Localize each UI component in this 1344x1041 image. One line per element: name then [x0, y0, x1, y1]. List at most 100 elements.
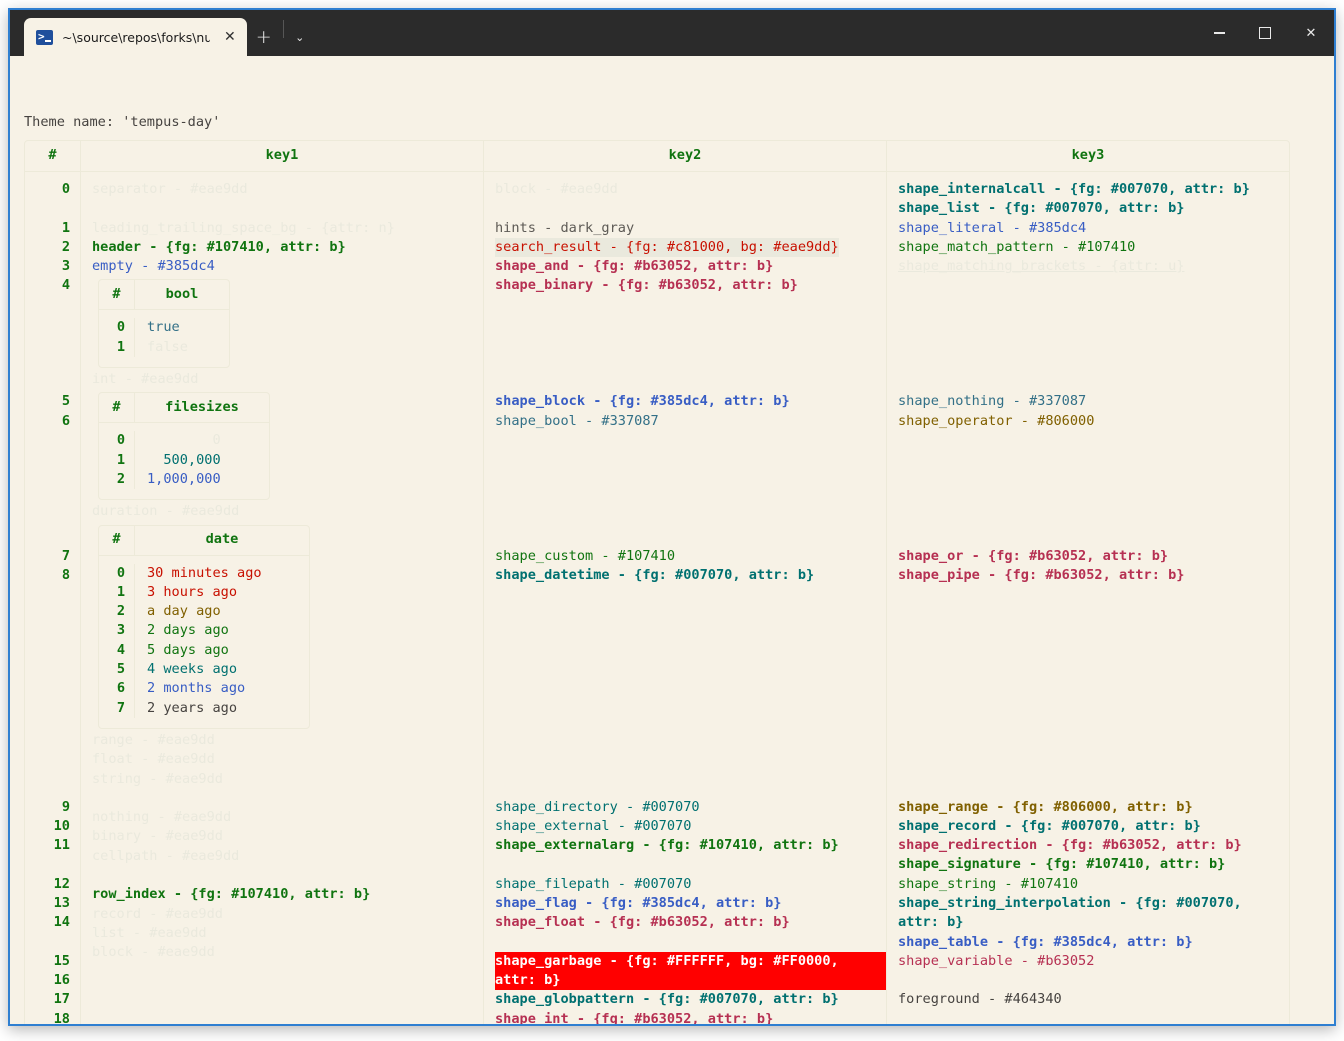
header-key1: key1: [81, 141, 484, 171]
row-index-list: 0 1234 56 78 9 10 11 12 13 14 15 16 17 18: [25, 180, 80, 1024]
subtable-row-index: 3: [116, 622, 125, 639]
terminal-tab[interactable]: ~\source\repos\forks\nu_scrip ✕: [24, 18, 247, 56]
theme-entry: [898, 662, 1289, 681]
row-index: 9: [61, 798, 70, 815]
subtable-row-index: 4: [116, 641, 125, 658]
subtable-cell: 2 years ago: [147, 699, 238, 716]
theme-entry: block - #eae9dd: [92, 944, 215, 961]
row-index-spacer: [25, 527, 70, 546]
row-index: 17: [53, 991, 70, 1008]
row-index-spacer: [25, 605, 70, 624]
row-index: 14: [53, 914, 70, 931]
row-index: 8: [61, 566, 70, 583]
theme-entry: nothing - #eae9dd: [92, 809, 232, 826]
theme-entry: foreground - #464340: [898, 991, 1062, 1008]
subtable-cell: a day ago: [147, 603, 221, 620]
row-index: 10: [53, 817, 70, 834]
theme-entry: [92, 199, 483, 218]
theme-entry: [898, 276, 1289, 295]
theme-entry: separator - #eae9dd: [92, 181, 248, 197]
theme-entry: [495, 855, 886, 874]
theme-entry: [495, 527, 886, 546]
row-index: 12: [53, 875, 70, 892]
theme-entry: [495, 778, 886, 797]
theme-entry: [495, 701, 886, 720]
theme-entry: shape_table - {fg: #385dc4, attr: b}: [898, 933, 1193, 950]
theme-entry: record - #eae9dd: [92, 905, 223, 922]
theme-entry: [898, 489, 1289, 508]
header-key2: key2: [484, 141, 887, 171]
subtable-cell: 5 days ago: [147, 641, 229, 658]
row-index-spacer: [25, 662, 70, 681]
row-index: 11: [53, 837, 70, 854]
row-index-spacer: [25, 682, 70, 701]
theme-entry: shape_pipe - {fg: #b63052, attr: b}: [898, 566, 1185, 583]
row-index-spacer: [25, 431, 70, 450]
theme-entry: [495, 585, 886, 604]
theme-entry: [898, 508, 1289, 527]
theme-entry: shape_list - {fg: #007070, attr: b}: [898, 200, 1185, 217]
theme-entry: [898, 605, 1289, 624]
theme-entry: hints - dark_gray: [495, 219, 635, 236]
theme-entry: [495, 759, 886, 778]
tab-divider: [282, 19, 284, 38]
row-index-spacer: [25, 855, 70, 874]
row-index-spacer: [25, 334, 70, 353]
theme-entry: [495, 334, 886, 353]
key3-cell: shape_internalcall - {fg: #007070, attr:…: [887, 180, 1289, 1010]
theme-entry: [495, 720, 886, 739]
theme-entry: [898, 682, 1289, 701]
subtable-cell: 2 days ago: [147, 622, 229, 639]
theme-entry: row_index - {fg: #107410, attr: b}: [92, 886, 371, 903]
new-tab-button[interactable]: +: [247, 18, 281, 56]
header-key3: key3: [1071, 147, 1105, 164]
row-index-spacer: [25, 624, 70, 643]
theme-entry: shape_string - #107410: [898, 875, 1079, 892]
tab-title: ~\source\repos\forks\nu_scrip: [62, 29, 210, 45]
theme-entry: [495, 489, 886, 508]
theme-entry: [92, 789, 483, 808]
row-index: 7: [61, 547, 70, 564]
theme-entry: [898, 740, 1289, 759]
theme-entry: shape_record - {fg: #007070, attr: b}: [898, 817, 1201, 834]
subtable-row-index: 0: [116, 564, 125, 581]
theme-entry: shape_datetime - {fg: #007070, attr: b}: [495, 566, 815, 583]
row-index: 2: [61, 238, 70, 255]
theme-entry: shape_block - {fg: #385dc4, attr: b}: [495, 393, 790, 410]
subtable-header-value: bool: [165, 286, 199, 303]
theme-entry: shape_flag - {fg: #385dc4, attr: b}: [495, 894, 782, 911]
theme-entry: [898, 701, 1289, 720]
close-window-button[interactable]: ✕: [1288, 10, 1334, 56]
tab-dropdown-button[interactable]: ⌄: [286, 18, 314, 56]
maximize-button[interactable]: [1242, 10, 1288, 56]
theme-entry: shape_variable - #b63052: [898, 952, 1095, 969]
theme-entry: shape_redirection - {fg: #b63052, attr: …: [898, 837, 1242, 854]
key2-cell: block - #eae9dd hints - dark_gray search_…: [484, 180, 886, 1024]
minimize-button[interactable]: [1196, 10, 1242, 56]
theme-entry: [495, 605, 886, 624]
powershell-icon: [36, 29, 53, 45]
subtable-index-list: 0 1 2: [99, 431, 135, 490]
theme-entry: list - #eae9dd: [92, 924, 207, 941]
theme-entry: shape_externalarg - {fg: #107410, attr: …: [495, 837, 839, 854]
row-index-spacer: [25, 585, 70, 604]
row-index-spacer: [25, 508, 70, 527]
subtable-row-index: 6: [116, 680, 125, 697]
row-index: 16: [53, 972, 70, 989]
theme-entry: [898, 527, 1289, 546]
row-index-spacer: [25, 720, 70, 739]
subtable-value-list: 0 500,000 1,000,000: [135, 431, 233, 489]
row-index: 0: [61, 181, 70, 197]
subtable-date: # date 0 1 2 3 4 5 6 7 30 minutes ago 3 hours ago a …: [98, 524, 310, 729]
theme-entry: [898, 643, 1289, 662]
close-tab-icon[interactable]: ✕: [219, 30, 241, 44]
row-index-spacer: [25, 701, 70, 720]
terminal-content[interactable]: Theme name: 'tempus-day' # key1 key2 key…: [10, 56, 1334, 1024]
theme-entry: [495, 373, 886, 392]
theme-table: # key1 key2 key3 0 1234 56 78 9 10 11 12 13…: [24, 140, 1290, 1024]
row-index-column: 0 1234 56 78 9 10 11 12 13 14 15 16 17 18: [25, 172, 81, 1024]
theme-entry: cellpath - #eae9dd: [92, 847, 240, 864]
maximize-icon: [1259, 27, 1271, 39]
theme-entry: [495, 740, 886, 759]
theme-entry: search_result - {fg: #c81000, bg: #eae9d…: [495, 237, 839, 258]
